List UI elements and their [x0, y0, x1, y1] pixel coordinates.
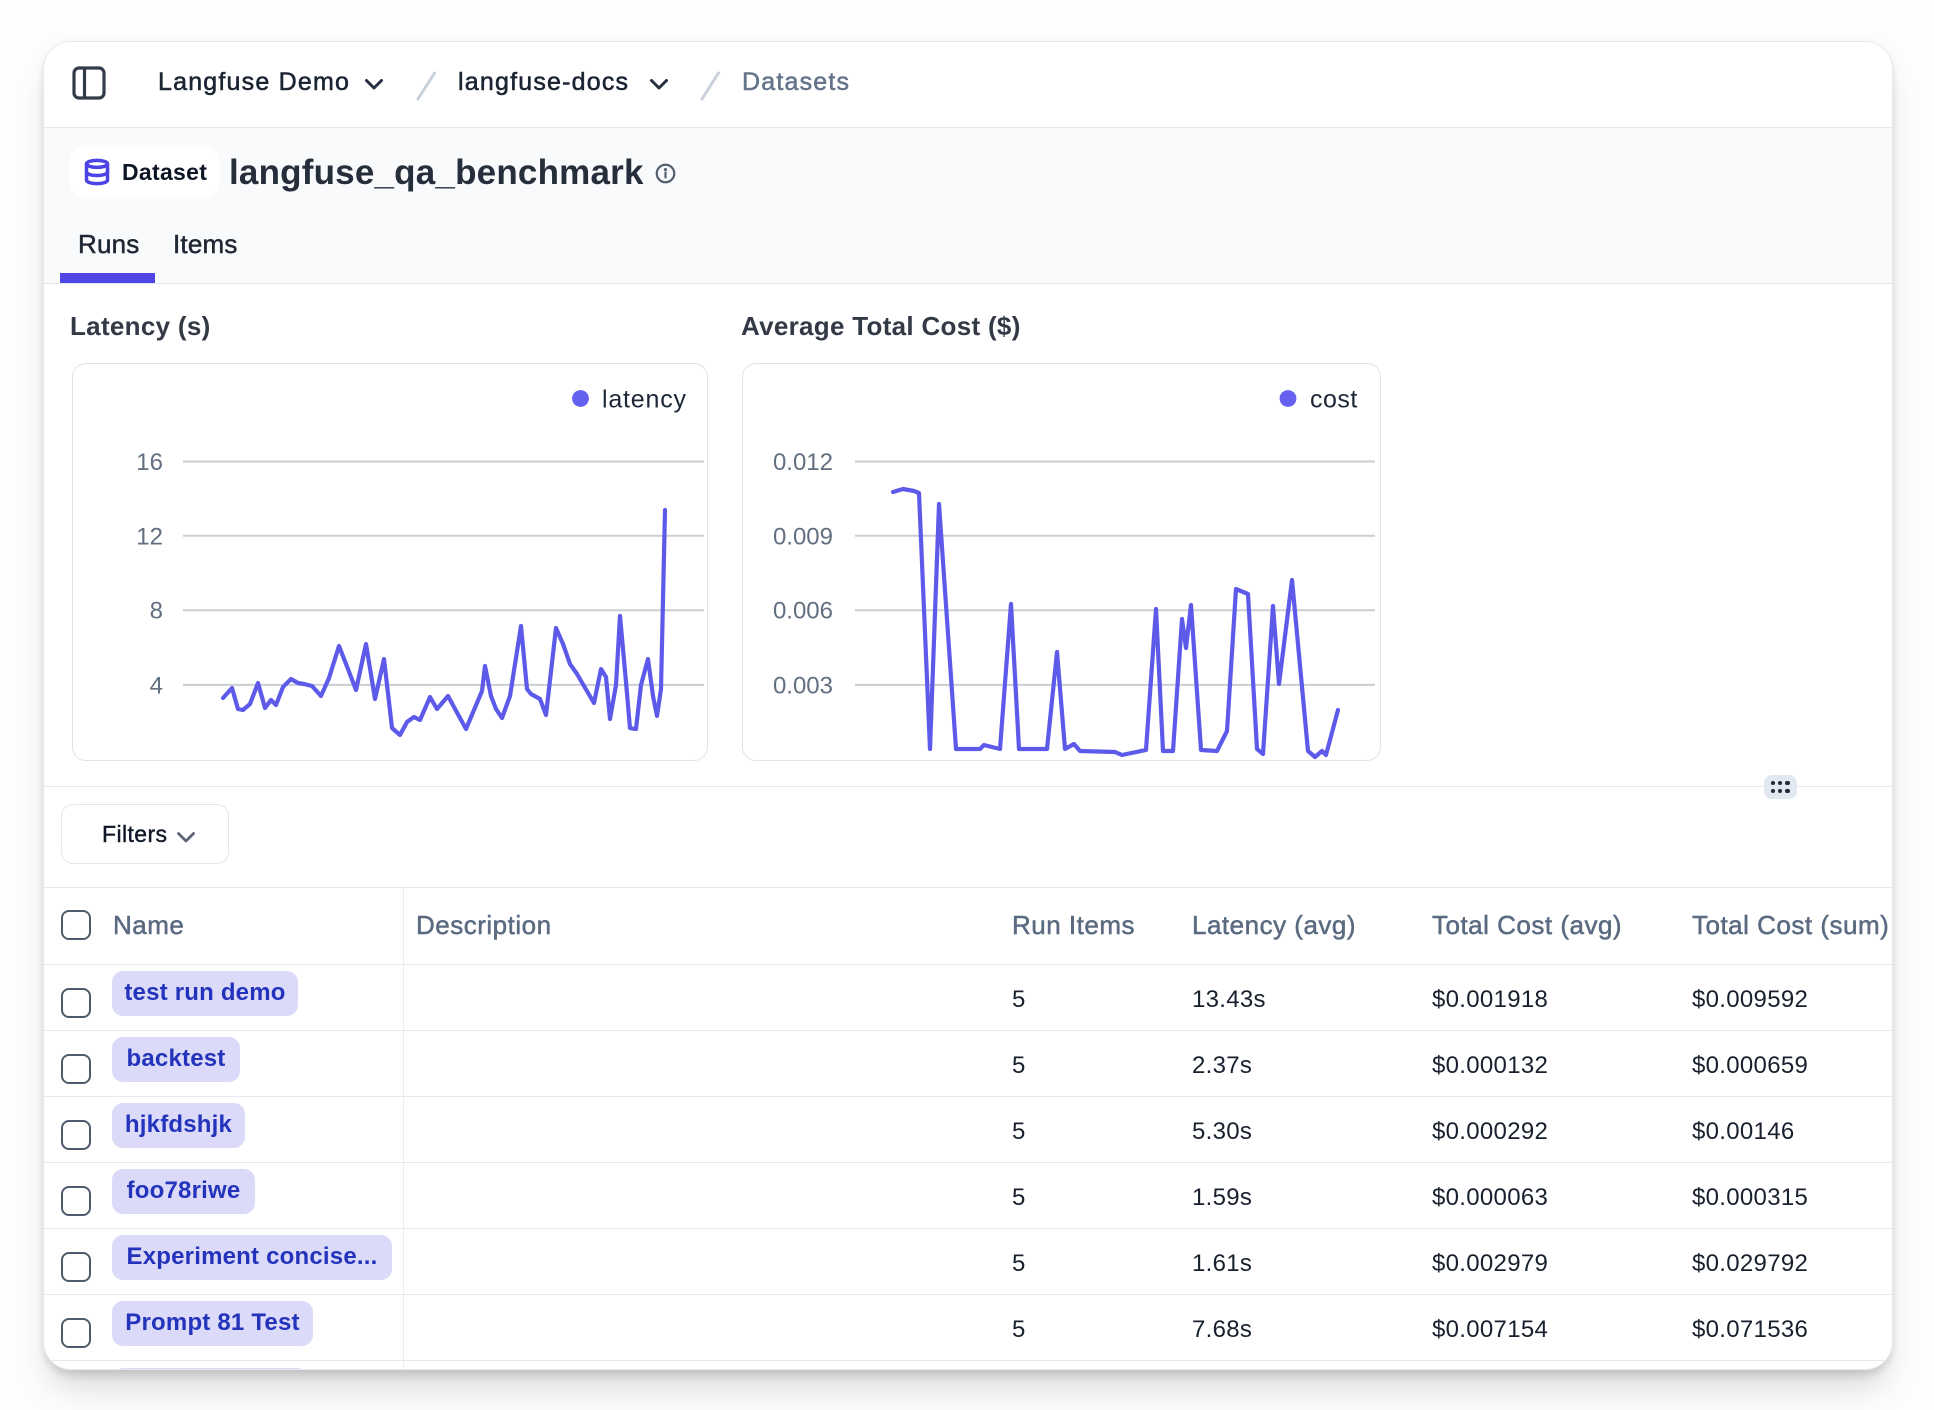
svg-text:16: 16	[136, 449, 163, 476]
svg-text:12: 12	[136, 523, 163, 550]
svg-text:0.003: 0.003	[773, 672, 833, 699]
svg-text:0.012: 0.012	[773, 449, 833, 476]
svg-text:0.006: 0.006	[773, 598, 833, 625]
svg-text:8: 8	[150, 598, 163, 625]
svg-text:0.009: 0.009	[773, 523, 833, 550]
svg-text:latency: latency	[602, 386, 687, 414]
svg-text:cost: cost	[1310, 386, 1358, 414]
svg-text:4: 4	[150, 672, 163, 699]
